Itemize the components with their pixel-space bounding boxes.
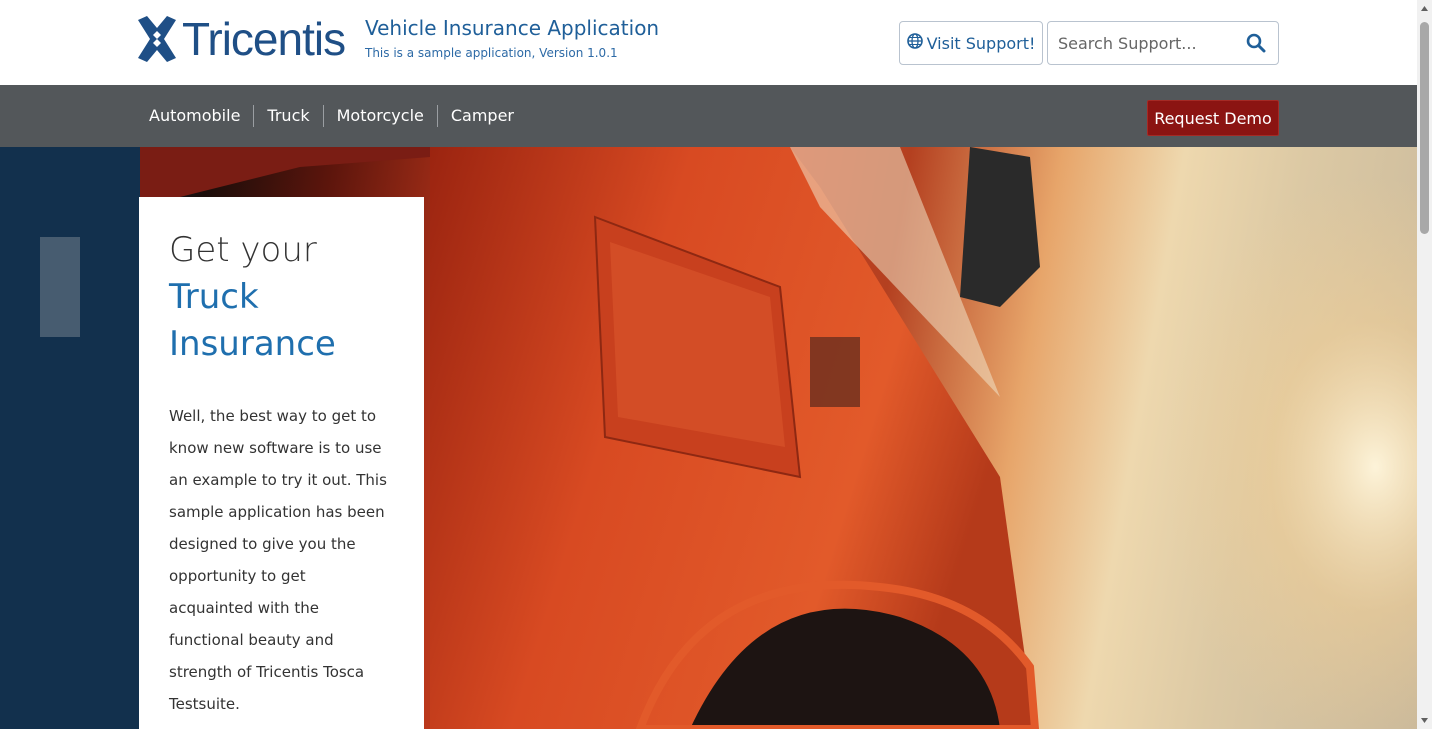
tricentis-x-icon — [138, 16, 176, 62]
scroll-up-arrow-icon[interactable] — [1417, 0, 1432, 17]
hero-description: Well, the best way to get to know new so… — [169, 407, 387, 713]
globe-icon — [906, 33, 923, 53]
logo-text: Tricentis — [182, 13, 346, 65]
hero-heading-vehicle: Truck — [169, 277, 259, 317]
vehicle-nav-bar: Automobile Truck Motorcycle Camper Reque… — [0, 85, 1417, 147]
hero-heading: Get your — [169, 230, 317, 270]
nav-item-truck[interactable]: Truck — [254, 105, 324, 127]
scroll-thumb[interactable] — [1420, 22, 1429, 234]
search-support-input[interactable] — [1058, 22, 1238, 64]
search-icon[interactable] — [1246, 33, 1266, 53]
tricentis-logo[interactable]: Tricentis — [138, 13, 346, 65]
request-demo-button[interactable]: Request Demo — [1147, 100, 1279, 136]
nav-item-motorcycle[interactable]: Motorcycle — [324, 105, 438, 127]
nav-item-camper[interactable]: Camper — [438, 105, 527, 127]
page-scrollbar[interactable] — [1417, 0, 1432, 729]
app-title: Vehicle Insurance Application — [365, 16, 660, 40]
vehicle-nav: Automobile Truck Motorcycle Camper — [149, 85, 527, 147]
hero-heading-insurance: Insurance — [169, 324, 336, 364]
visit-support-button[interactable]: Visit Support! — [899, 21, 1043, 65]
visit-support-label: Visit Support! — [926, 33, 1036, 53]
app-subtitle: This is a sample application, Version 1.… — [365, 46, 618, 60]
search-support-box — [1047, 21, 1279, 65]
nav-item-automobile[interactable]: Automobile — [149, 105, 255, 127]
scroll-down-arrow-icon[interactable] — [1417, 712, 1432, 729]
page-header: Tricentis Vehicle Insurance Application … — [0, 0, 1417, 85]
hero-card: Get your Truck Insurance Well, the best … — [139, 197, 424, 729]
